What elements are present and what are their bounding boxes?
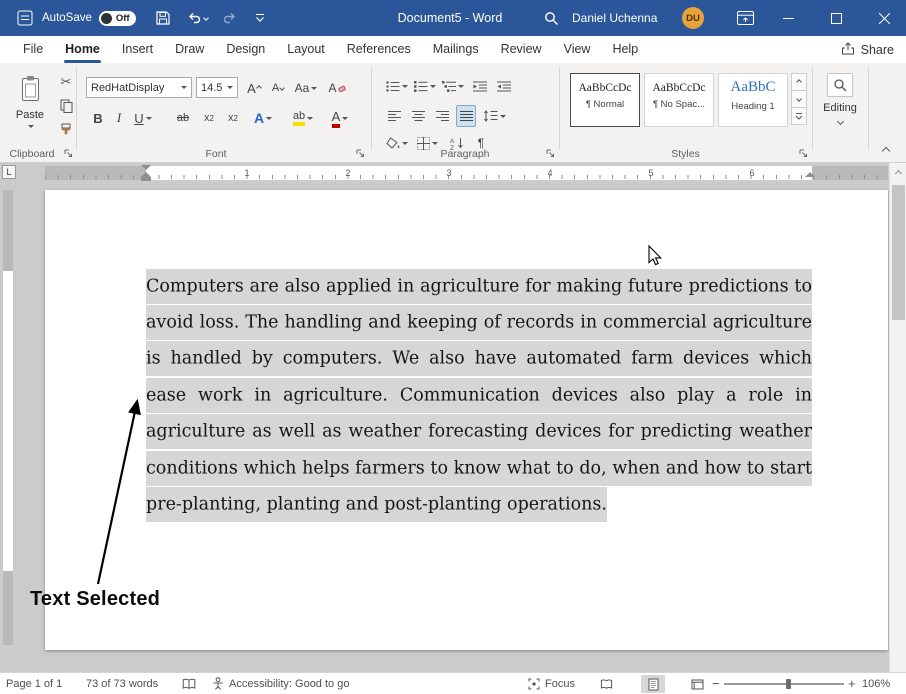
tab-insert[interactable]: Insert [111, 36, 164, 63]
page-indicator[interactable]: Page 1 of 1 [6, 673, 62, 694]
more-commands-icon[interactable] [248, 0, 272, 36]
selected-text[interactable]: Computers are also applied in agricultur… [146, 269, 812, 522]
ruler-number: 4 [544, 168, 556, 178]
text-selected-annotation: Text Selected [30, 588, 160, 611]
editing-button[interactable]: Editing [816, 73, 864, 137]
maximize-button[interactable] [814, 0, 858, 36]
tab-stop-selector[interactable]: L [2, 165, 16, 179]
word-count[interactable]: 73 of 73 words [86, 673, 158, 694]
document-page[interactable]: Computers are also applied in agricultur… [45, 190, 888, 650]
ruler-number: 1 [241, 168, 253, 178]
find-icon [827, 73, 853, 97]
zoom-in-button[interactable]: + [848, 673, 856, 694]
status-bar: Page 1 of 1 73 of 73 words Accessibility… [0, 672, 906, 694]
print-layout-icon[interactable] [641, 675, 665, 693]
tab-mailings[interactable]: Mailings [422, 36, 490, 63]
autosave-state: Off [116, 13, 130, 24]
proofing-icon[interactable] [182, 673, 196, 694]
app-icon[interactable] [12, 0, 38, 36]
web-layout-icon[interactable] [685, 675, 709, 693]
ruler-ticks [45, 175, 888, 179]
collapse-ribbon-button[interactable] [876, 143, 896, 159]
scrollbar-thumb[interactable] [892, 185, 905, 320]
editing-label: Editing [823, 102, 857, 114]
user-name[interactable]: Daniel Uchenna [572, 0, 657, 36]
undo-dropdown-chevron [203, 15, 209, 21]
ruler-number: 2 [342, 168, 354, 178]
scrollbar-up-icon[interactable] [890, 165, 906, 181]
autosave-knob [101, 13, 112, 24]
vertical-ruler-typing-area [3, 271, 13, 571]
zoom-level[interactable]: 106% [862, 673, 890, 694]
left-indent-marker[interactable] [141, 177, 151, 181]
editing-chevron-icon [836, 118, 843, 125]
tab-file[interactable]: File [12, 36, 54, 63]
zoom-out-button[interactable]: − [712, 673, 720, 694]
tab-design[interactable]: Design [215, 36, 276, 63]
tab-layout[interactable]: Layout [276, 36, 336, 63]
redo-icon[interactable] [216, 0, 242, 36]
tab-home[interactable]: Home [54, 36, 111, 63]
window-title: Document5 - Word [330, 0, 570, 36]
word-window: AutoSave Off Document5 - Word Daniel Uch… [0, 0, 906, 694]
autosave-pill[interactable]: Off [99, 11, 136, 26]
close-button[interactable] [862, 0, 906, 36]
autosave-label: AutoSave [42, 12, 92, 24]
read-mode-icon[interactable] [594, 675, 618, 693]
ruler-row: L 1 2 3 4 5 6 [0, 163, 889, 183]
ruler-number: 5 [645, 168, 657, 178]
accessibility-status[interactable]: Accessibility: Good to go [229, 673, 349, 694]
focus-icon [528, 673, 540, 694]
tab-draw[interactable]: Draw [164, 36, 215, 63]
chevron-up-icon [882, 147, 890, 155]
tab-references[interactable]: References [336, 36, 422, 63]
ribbon: Paste ✂ Clipboard RedHatDisplay 14.5 [0, 63, 906, 163]
accessibility-icon[interactable] [212, 673, 224, 694]
titlebar: AutoSave Off Document5 - Word Daniel Uch… [0, 0, 906, 36]
ribbon-tab-bar: File Home Insert Draw Design Layout Refe… [0, 36, 906, 63]
undo-icon[interactable] [182, 0, 212, 36]
vertical-ruler [0, 183, 16, 672]
tab-view[interactable]: View [553, 36, 602, 63]
tab-help[interactable]: Help [601, 36, 649, 63]
right-indent-marker[interactable] [805, 172, 815, 177]
vertical-scrollbar[interactable] [889, 163, 906, 672]
minimize-button[interactable] [766, 0, 810, 36]
share-icon [841, 42, 855, 58]
chevron-up-icon [895, 169, 902, 176]
document-text[interactable]: Computers are also applied in agricultur… [146, 268, 812, 523]
first-line-indent-marker[interactable] [141, 165, 151, 170]
ruler-number: 3 [443, 168, 455, 178]
ribbon-display-options-icon[interactable] [730, 0, 760, 36]
tab-review[interactable]: Review [490, 36, 553, 63]
autosave-toggle[interactable]: AutoSave Off [42, 0, 136, 36]
zoom-slider-thumb[interactable] [786, 679, 791, 689]
share-label: Share [861, 43, 894, 57]
editing-group: Editing [0, 63, 906, 162]
avatar[interactable]: DU [682, 7, 704, 29]
ruler-number: 6 [746, 168, 758, 178]
zoom-slider-track[interactable] [724, 683, 844, 685]
save-icon[interactable] [150, 0, 176, 36]
focus-button[interactable]: Focus [545, 673, 575, 694]
share-button[interactable]: Share [841, 38, 894, 62]
search-icon[interactable] [536, 0, 566, 36]
